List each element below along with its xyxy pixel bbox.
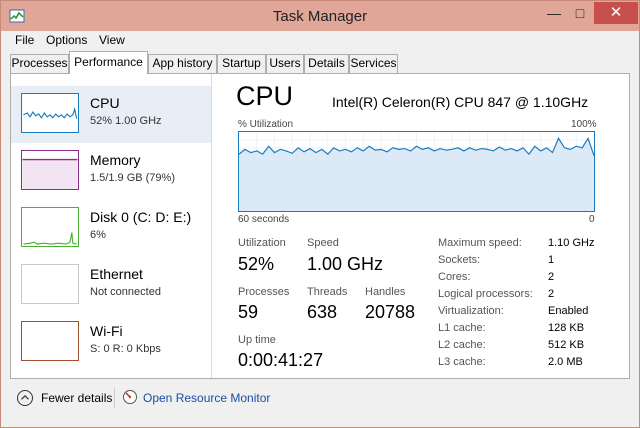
spec-label: Maximum speed: <box>438 237 522 249</box>
footer-bar: Fewer details Open Resource Monitor <box>1 385 639 415</box>
spec-label: Sockets: <box>438 254 481 266</box>
resource-detail: Not connected <box>90 286 161 298</box>
performance-panel: CPU 52% 1.00 GHz Memory 1.5/1.9 GB (79%)… <box>10 73 630 379</box>
cpu-details: CPU Intel(R) Celeron(R) CPU 847 @ 1.10GH… <box>221 74 629 378</box>
chevron-up-icon[interactable] <box>17 390 33 406</box>
menu-bar: File Options View <box>1 31 639 51</box>
resource-detail: S: 0 R: 0 Kbps <box>90 343 161 355</box>
tab-details[interactable]: Details <box>304 54 349 73</box>
memory-thumbnail-graph <box>21 150 79 190</box>
close-button[interactable]: ✕ <box>594 2 638 24</box>
tab-users[interactable]: Users <box>266 54 304 73</box>
resource-detail: 6% <box>90 229 106 241</box>
spec-label: Virtualization: <box>438 305 504 317</box>
maximize-button[interactable]: □ <box>567 2 593 24</box>
spec-label: Cores: <box>438 271 471 283</box>
spec-value: 512 KB <box>548 339 585 351</box>
task-manager-window: Task Manager — □ ✕ File Options View Pro… <box>0 0 640 428</box>
uptime-label: Up time <box>238 334 276 346</box>
page-title: CPU <box>236 81 294 111</box>
graph-x-end: 0 <box>589 214 595 225</box>
spec-label: L2 cache: <box>438 339 486 351</box>
handles-value: 20788 <box>365 302 416 322</box>
open-resource-monitor-link[interactable]: Open Resource Monitor <box>143 391 270 405</box>
utilization-label: Utilization <box>238 237 286 249</box>
spec-value: 2 <box>548 288 555 300</box>
resource-item-memory[interactable]: Memory 1.5/1.9 GB (79%) <box>11 143 211 200</box>
menu-view[interactable]: View <box>99 33 125 47</box>
wifi-thumbnail-graph <box>21 321 79 361</box>
spec-value: 2.0 MB <box>548 356 583 368</box>
threads-label: Threads <box>307 286 348 298</box>
resource-name: Disk 0 (C: D: E:) <box>90 209 192 225</box>
processes-label: Processes <box>238 286 290 298</box>
resource-name: Wi-Fi <box>90 323 123 339</box>
tab-processes[interactable]: Processes <box>10 54 69 73</box>
minimize-button[interactable]: — <box>541 2 567 24</box>
menu-options[interactable]: Options <box>46 33 87 47</box>
spec-value: 1 <box>548 254 555 266</box>
resource-list: CPU 52% 1.00 GHz Memory 1.5/1.9 GB (79%)… <box>11 74 212 378</box>
graph-y-label: % Utilization <box>238 119 294 130</box>
resource-item-cpu[interactable]: CPU 52% 1.00 GHz <box>11 86 211 143</box>
resource-name: Ethernet <box>90 266 143 282</box>
tab-services[interactable]: Services <box>349 54 398 73</box>
tab-startup[interactable]: Startup <box>217 54 266 73</box>
resource-detail: 52% 1.00 GHz <box>90 115 162 127</box>
spec-label: Logical processors: <box>438 288 533 300</box>
utilization-value: 52% <box>238 254 275 274</box>
spec-value: 128 KB <box>548 322 585 334</box>
footer-divider <box>114 388 115 408</box>
spec-value: 2 <box>548 271 555 283</box>
uptime-value: 0:00:41:27 <box>238 350 324 370</box>
spec-value: 1.10 GHz <box>548 237 595 249</box>
resource-detail: 1.5/1.9 GB (79%) <box>90 172 175 184</box>
tab-app-history[interactable]: App history <box>148 54 217 73</box>
resource-item-ethernet[interactable]: Ethernet Not connected <box>11 257 211 314</box>
resource-monitor-icon[interactable] <box>122 389 138 405</box>
disk-thumbnail-graph <box>21 207 79 247</box>
cpu-model: Intel(R) Celeron(R) CPU 847 @ 1.10GHz <box>332 94 589 110</box>
handles-label: Handles <box>365 286 406 298</box>
fewer-details-button[interactable]: Fewer details <box>41 391 112 405</box>
speed-label: Speed <box>307 237 339 249</box>
tab-bar: Processes Performance App history Startu… <box>1 51 639 74</box>
processes-value: 59 <box>238 302 259 322</box>
cpu-utilization-graph <box>238 131 595 212</box>
resource-item-wifi[interactable]: Wi-Fi S: 0 R: 0 Kbps <box>11 314 211 371</box>
resource-name: CPU <box>90 95 120 111</box>
graph-y-max: 100% <box>571 119 597 130</box>
spec-label: L3 cache: <box>438 356 486 368</box>
cpu-thumbnail-graph <box>21 93 79 133</box>
ethernet-thumbnail-graph <box>21 264 79 304</box>
spec-value: Enabled <box>548 305 589 317</box>
menu-file[interactable]: File <box>15 33 34 47</box>
resource-item-disk[interactable]: Disk 0 (C: D: E:) 6% <box>11 200 211 257</box>
resource-name: Memory <box>90 152 141 168</box>
graph-x-label: 60 seconds <box>238 214 290 225</box>
tab-performance[interactable]: Performance <box>69 51 148 74</box>
speed-value: 1.00 GHz <box>307 254 384 274</box>
spec-label: L1 cache: <box>438 322 486 334</box>
title-bar[interactable]: Task Manager — □ ✕ <box>1 1 639 31</box>
threads-value: 638 <box>307 302 338 322</box>
